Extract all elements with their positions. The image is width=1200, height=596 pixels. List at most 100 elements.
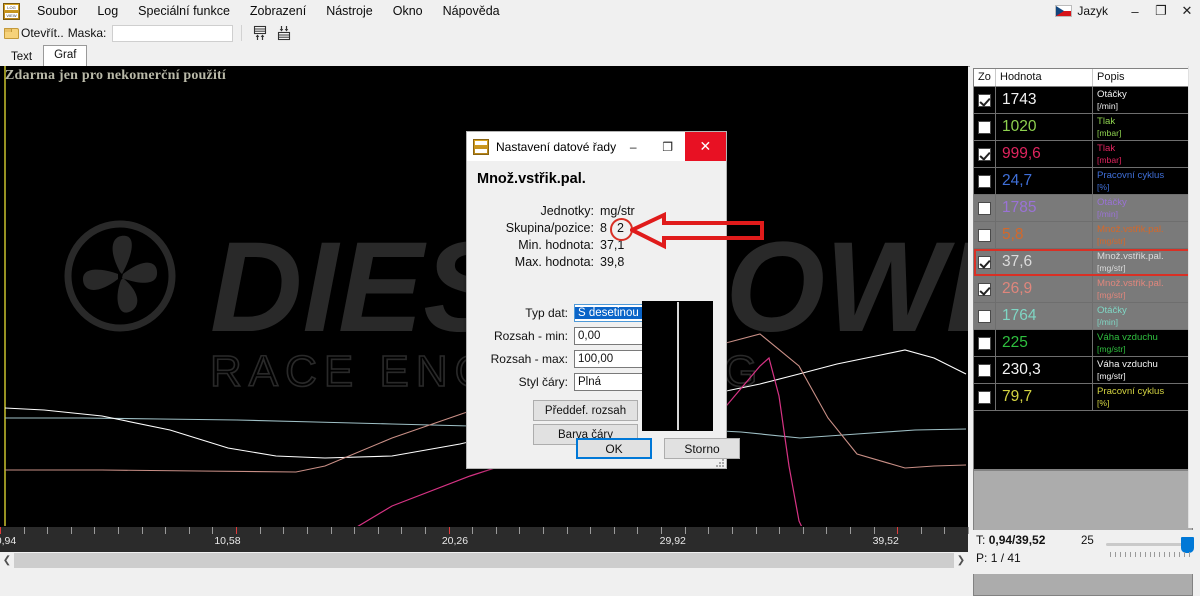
row-value[interactable]: 24,7 xyxy=(996,168,1093,194)
row-visibility-cell[interactable] xyxy=(974,222,996,248)
row-visibility-checkbox[interactable] xyxy=(978,282,991,296)
row-value[interactable]: 1020 xyxy=(996,114,1093,140)
row-description[interactable]: Pracovní cyklus [%] xyxy=(1093,168,1192,194)
menu-item-soubor[interactable]: Soubor xyxy=(27,2,87,20)
resize-grip-icon[interactable] xyxy=(715,458,724,467)
row-visibility-checkbox[interactable] xyxy=(978,120,991,134)
dialog-minimize-button[interactable]: – xyxy=(616,132,650,161)
row-visibility-checkbox[interactable] xyxy=(978,93,991,107)
row-visibility-cell[interactable] xyxy=(974,276,996,302)
row-visibility-cell[interactable] xyxy=(974,195,996,221)
table-row[interactable]: 24,7 Pracovní cyklus [%] xyxy=(974,168,1192,195)
row-description[interactable]: Otáčky [/min] xyxy=(1093,195,1192,221)
table-row[interactable]: 26,9 Množ.vstřik.pal. [mg/str] xyxy=(974,276,1192,303)
menu-item-napoveda[interactable]: Nápověda xyxy=(433,2,510,20)
row-visibility-checkbox[interactable] xyxy=(978,336,991,350)
table-row[interactable]: 999,6 Tlak [mbar] xyxy=(974,141,1192,168)
row-visibility-cell[interactable] xyxy=(974,357,996,383)
dialog-close-button[interactable]: ✕ xyxy=(684,132,726,161)
row-description[interactable]: Množ.vstřik.pal. [mg/str] xyxy=(1093,249,1192,275)
maximize-button[interactable]: ❐ xyxy=(1148,0,1174,22)
row-value[interactable]: 1743 xyxy=(996,87,1093,113)
grid-header-hodnota[interactable]: Hodnota xyxy=(996,69,1093,86)
open-label[interactable]: Otevřít.. xyxy=(21,26,64,40)
row-visibility-cell[interactable] xyxy=(974,87,996,113)
row-visibility-cell[interactable] xyxy=(974,114,996,140)
scroll-left-arrow-icon[interactable]: ❮ xyxy=(0,552,14,569)
row-visibility-checkbox[interactable] xyxy=(978,390,991,404)
grid-header-zo[interactable]: Zo xyxy=(974,69,996,86)
table-row[interactable]: 5,8 Množ.vstřik.pal. [mg/str] xyxy=(974,222,1192,249)
grid-header-popis[interactable]: Popis xyxy=(1093,69,1192,86)
minimize-button[interactable]: – xyxy=(1122,0,1148,22)
slider-thumb[interactable] xyxy=(1181,537,1194,553)
row-value[interactable]: 5,8 xyxy=(996,222,1093,248)
row-description[interactable]: Otáčky [/min] xyxy=(1093,303,1192,329)
mask-input[interactable] xyxy=(112,24,234,42)
row-visibility-cell[interactable] xyxy=(974,141,996,167)
menu-item-nastroje[interactable]: Nástroje xyxy=(316,2,383,20)
menu-item-specialni-funkce[interactable]: Speciální funkce xyxy=(128,2,240,20)
panel-vertical-scrollbar[interactable] xyxy=(1188,66,1200,528)
folder-open-icon[interactable] xyxy=(4,27,19,39)
row-value[interactable]: 1785 xyxy=(996,195,1093,221)
close-button[interactable]: ✕ xyxy=(1174,0,1200,22)
row-description[interactable]: Tlak [mbar] xyxy=(1093,141,1192,167)
row-visibility-cell[interactable] xyxy=(974,249,996,275)
row-value[interactable]: 1764 xyxy=(996,303,1093,329)
row-visibility-cell[interactable] xyxy=(974,303,996,329)
row-description[interactable]: Množ.vstřik.pal. [mg/str] xyxy=(1093,222,1192,248)
tab-graf[interactable]: Graf xyxy=(43,45,88,67)
table-row[interactable]: 225 Váha vzduchu [mg/str] xyxy=(974,330,1192,357)
row-value[interactable]: 999,6 xyxy=(996,141,1093,167)
row-visibility-checkbox[interactable] xyxy=(978,255,991,269)
table-row[interactable]: 1764 Otáčky [/min] xyxy=(974,303,1192,330)
scroll-right-arrow-icon[interactable]: ❯ xyxy=(954,552,968,569)
menu-item-okno[interactable]: Okno xyxy=(383,2,433,20)
zoom-slider[interactable] xyxy=(1106,537,1194,561)
row-visibility-checkbox[interactable] xyxy=(978,174,991,188)
chart-horizontal-scrollbar[interactable]: ❮ ❯ xyxy=(0,552,968,569)
row-visibility-checkbox[interactable] xyxy=(978,228,991,242)
series-settings-dialog[interactable]: Nastavení datové řady – ❐ ✕ Množ.vstřik.… xyxy=(466,131,740,469)
import-log-icon[interactable] xyxy=(274,24,294,42)
row-value[interactable]: 230,3 xyxy=(996,357,1093,383)
dialog-title-bar[interactable]: Nastavení datové řady – ❐ ✕ xyxy=(467,132,726,162)
table-row[interactable]: 1020 Tlak [mbar] xyxy=(974,114,1192,141)
row-description[interactable]: Tlak [mbar] xyxy=(1093,114,1192,140)
row-visibility-checkbox[interactable] xyxy=(978,147,991,161)
table-row[interactable]: 230,3 Váha vzduchu [mg/str] xyxy=(974,357,1192,384)
table-row[interactable]: 1743 Otáčky [/min] xyxy=(974,87,1192,114)
scrollbar-track[interactable] xyxy=(14,553,954,568)
dialog-maximize-button[interactable]: ❐ xyxy=(650,132,684,161)
compare-logs-icon[interactable] xyxy=(250,24,270,42)
predef-range-button[interactable]: Předdef. rozsah xyxy=(533,400,638,421)
menu-item-log[interactable]: Log xyxy=(87,2,128,20)
row-visibility-cell[interactable] xyxy=(974,384,996,410)
row-visibility-cell[interactable] xyxy=(974,168,996,194)
row-description[interactable]: Váha vzduchu [mg/str] xyxy=(1093,330,1192,356)
row-visibility-cell[interactable] xyxy=(974,330,996,356)
row-visibility-checkbox[interactable] xyxy=(978,309,991,323)
cancel-button[interactable]: Storno xyxy=(664,438,740,459)
row-value[interactable]: 26,9 xyxy=(996,276,1093,302)
row-value[interactable]: 37,6 xyxy=(996,249,1093,275)
row-description[interactable]: Pracovní cyklus [%] xyxy=(1093,384,1192,410)
menu-item-zobrazeni[interactable]: Zobrazení xyxy=(240,2,316,20)
table-row[interactable]: 37,6 Množ.vstřik.pal. [mg/str] xyxy=(974,249,1192,276)
row-description[interactable]: Váha vzduchu [mg/str] xyxy=(1093,357,1192,383)
row-visibility-checkbox[interactable] xyxy=(978,201,991,215)
scrollbar-thumb[interactable] xyxy=(14,553,954,568)
row-description[interactable]: Množ.vstřik.pal. [mg/str] xyxy=(1093,276,1192,302)
row-description[interactable]: Otáčky [/min] xyxy=(1093,87,1192,113)
table-row[interactable]: 1785 Otáčky [/min] xyxy=(974,195,1192,222)
row-value[interactable]: 225 xyxy=(996,330,1093,356)
czech-flag-icon[interactable] xyxy=(1055,5,1073,17)
tab-text[interactable]: Text xyxy=(0,48,44,66)
language-label[interactable]: Jazyk xyxy=(1077,4,1108,18)
ok-button[interactable]: OK xyxy=(576,438,652,459)
row-value[interactable]: 79,7 xyxy=(996,384,1093,410)
row-visibility-checkbox[interactable] xyxy=(978,363,991,377)
range-min-label: Rozsah - min: xyxy=(493,329,568,343)
table-row[interactable]: 79,7 Pracovní cyklus [%] xyxy=(974,384,1192,411)
